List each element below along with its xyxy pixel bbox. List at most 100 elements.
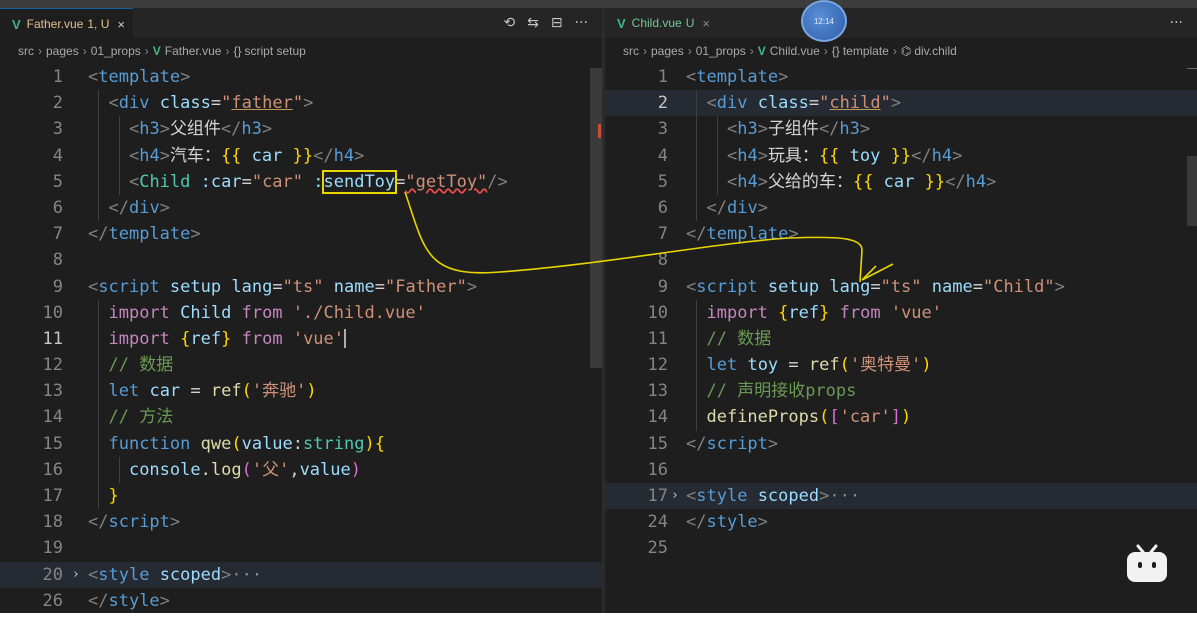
line-number: 3: [657, 119, 668, 140]
breadcrumb-src[interactable]: src: [623, 44, 639, 58]
code-line[interactable]: 14 // 方法: [0, 404, 602, 431]
code-line[interactable]: 5 <Child :car="car" :sendToy="getToy"/>: [0, 168, 602, 195]
code-line[interactable]: 11 // 数据: [605, 325, 1197, 353]
line-number: 15: [647, 433, 668, 454]
code-line[interactable]: 4 <h4>玩具：{{ toy }}</h4>: [605, 142, 1197, 169]
code-line[interactable]: 24 </style>: [605, 509, 1197, 535]
breadcrumb-src[interactable]: src: [18, 44, 34, 58]
vue-file-icon: V: [757, 44, 766, 58]
breadcrumb-file[interactable]: Child.vue: [770, 44, 820, 58]
split-editor-icon[interactable]: ⊟: [551, 15, 563, 31]
line-number: 25: [647, 538, 668, 559]
tab-label: Child.vue: [631, 16, 682, 30]
line-number: 18: [42, 512, 63, 533]
code-line[interactable]: 8: [0, 247, 602, 273]
more-actions-icon[interactable]: ···: [575, 15, 588, 31]
chevron-right-icon: ›: [687, 44, 692, 58]
code-line[interactable]: 18 </script>: [0, 509, 602, 535]
code-line[interactable]: 25: [605, 535, 1197, 561]
code-line[interactable]: 16 console.log('父',value): [0, 456, 602, 483]
vue-file-icon: V: [617, 15, 626, 31]
code-line[interactable]: 3 <h3>父组件</h3>: [0, 116, 602, 143]
code-line[interactable]: 7 </template>: [605, 221, 1197, 247]
code-editor[interactable]: 1 <template> 2 <div class="father"> 3 <h3…: [0, 64, 602, 613]
editor-pane-father: V Father.vue 1, U × ⟲ ⇆ ⊟ ··· src › pages…: [0, 8, 602, 613]
tab-status: U: [685, 16, 695, 30]
code-line[interactable]: 16: [605, 457, 1197, 483]
line-number: 4: [52, 145, 63, 166]
code-line[interactable]: 12 let toy = ref('奥特曼'): [605, 352, 1197, 379]
breadcrumb-folder[interactable]: 01_props: [91, 44, 141, 58]
line-number: 2: [52, 93, 63, 114]
code-line[interactable]: 6 </div>: [605, 194, 1197, 222]
breadcrumb-symbol[interactable]: script setup: [244, 44, 305, 58]
window-top-strip: [0, 0, 1197, 8]
chevron-right-icon[interactable]: ›: [671, 483, 679, 509]
close-icon[interactable]: ×: [702, 16, 710, 31]
breadcrumb: src › pages › 01_props › V Father.vue › {} scr…: [0, 38, 602, 64]
code-line[interactable]: 13 let car = ref('奔驰'): [0, 378, 602, 405]
tab-status: 1, U: [87, 17, 110, 31]
code-line[interactable]: 8: [605, 247, 1197, 273]
code-line[interactable]: 26 </style>: [0, 588, 602, 613]
tab-child-vue[interactable]: V Child.vue U ×: [605, 8, 718, 38]
chevron-right-icon[interactable]: ›: [72, 562, 80, 588]
line-number: 17: [42, 486, 63, 506]
breadcrumb-pages[interactable]: pages: [651, 44, 684, 58]
code-line[interactable]: 7 </template>: [0, 221, 602, 247]
line-number: 26: [42, 590, 63, 611]
timeline-icon[interactable]: ⟲: [503, 15, 515, 31]
scrollbar[interactable]: [1187, 156, 1197, 226]
code-line[interactable]: 14 defineProps(['car']): [605, 404, 1197, 431]
breadcrumb: src › pages › 01_props › V Child.vue › {} temp…: [605, 38, 1197, 64]
breadcrumb-pages[interactable]: pages: [46, 44, 79, 58]
breadcrumb-folder[interactable]: 01_props: [696, 44, 746, 58]
code-editor[interactable]: 1 <template> 2 <div class="child"> 3 <h3>…: [605, 64, 1197, 613]
more-actions-icon[interactable]: ···: [1170, 15, 1183, 31]
line-number: 13: [42, 381, 63, 402]
code-line[interactable]: 19: [0, 535, 602, 561]
scrollbar[interactable]: [590, 68, 602, 368]
code-line-folded[interactable]: 20 › <style scoped>···: [0, 561, 602, 588]
compare-changes-icon[interactable]: ⇆: [527, 15, 539, 31]
code-line[interactable]: 1 <template>: [605, 64, 1197, 90]
code-line[interactable]: 15 </script>: [605, 431, 1197, 457]
code-line[interactable]: 10 import Child from './Child.vue': [0, 299, 602, 326]
tab-father-vue[interactable]: V Father.vue 1, U ×: [0, 8, 133, 39]
code-line[interactable]: 1 <template>: [0, 64, 602, 90]
tab-bar: V Child.vue U × ···: [605, 8, 1197, 38]
code-line[interactable]: 9 <script setup lang="ts" name="Child">: [605, 274, 1197, 300]
chevron-right-icon: ›: [144, 44, 149, 58]
bilibili-tv-icon: [1127, 544, 1167, 582]
line-number: 16: [42, 459, 63, 480]
code-line[interactable]: 17 }: [0, 483, 602, 510]
editor-actions: ···: [1170, 15, 1183, 31]
annotation-box: sendToy: [321, 169, 398, 194]
code-line-folded[interactable]: 17 › <style scoped>···: [605, 483, 1197, 510]
code-line[interactable]: 4 <h4>汽车：{{ car }}</h4>: [0, 142, 602, 169]
braces-icon: {}: [233, 44, 242, 58]
code-line[interactable]: 6 </div>: [0, 194, 602, 222]
close-icon[interactable]: ×: [117, 17, 125, 32]
code-line[interactable]: 15 function qwe(value:string){: [0, 430, 602, 457]
line-number: 19: [42, 538, 63, 559]
code-line[interactable]: 11 import {ref} from 'vue': [0, 325, 602, 353]
code-line[interactable]: 3 <h3>子组件</h3>: [605, 116, 1197, 143]
code-line[interactable]: 2 <div class="father">: [0, 90, 602, 117]
breadcrumb-symbol[interactable]: template: [843, 44, 889, 58]
line-number: 2: [657, 93, 668, 114]
code-line-current[interactable]: 2 <div class="child">: [605, 90, 1197, 117]
line-number: 20: [42, 564, 63, 585]
vue-file-icon: V: [152, 44, 161, 58]
breadcrumb-element[interactable]: div.child: [914, 44, 956, 58]
line-number: 4: [657, 145, 668, 166]
code-line[interactable]: 13 // 声明接收props: [605, 378, 1197, 405]
tab-bar: V Father.vue 1, U × ⟲ ⇆ ⊟ ···: [0, 8, 602, 39]
error-marker: [598, 124, 601, 138]
code-line[interactable]: 10 import {ref} from 'vue': [605, 299, 1197, 326]
code-line[interactable]: 9 <script setup lang="ts" name="Father">: [0, 274, 602, 300]
code-line[interactable]: 12 // 数据: [0, 352, 602, 379]
line-number: 7: [52, 224, 63, 245]
breadcrumb-file[interactable]: Father.vue: [165, 44, 222, 58]
code-line[interactable]: 5 <h4>父给的车：{{ car }}</h4>: [605, 168, 1197, 195]
